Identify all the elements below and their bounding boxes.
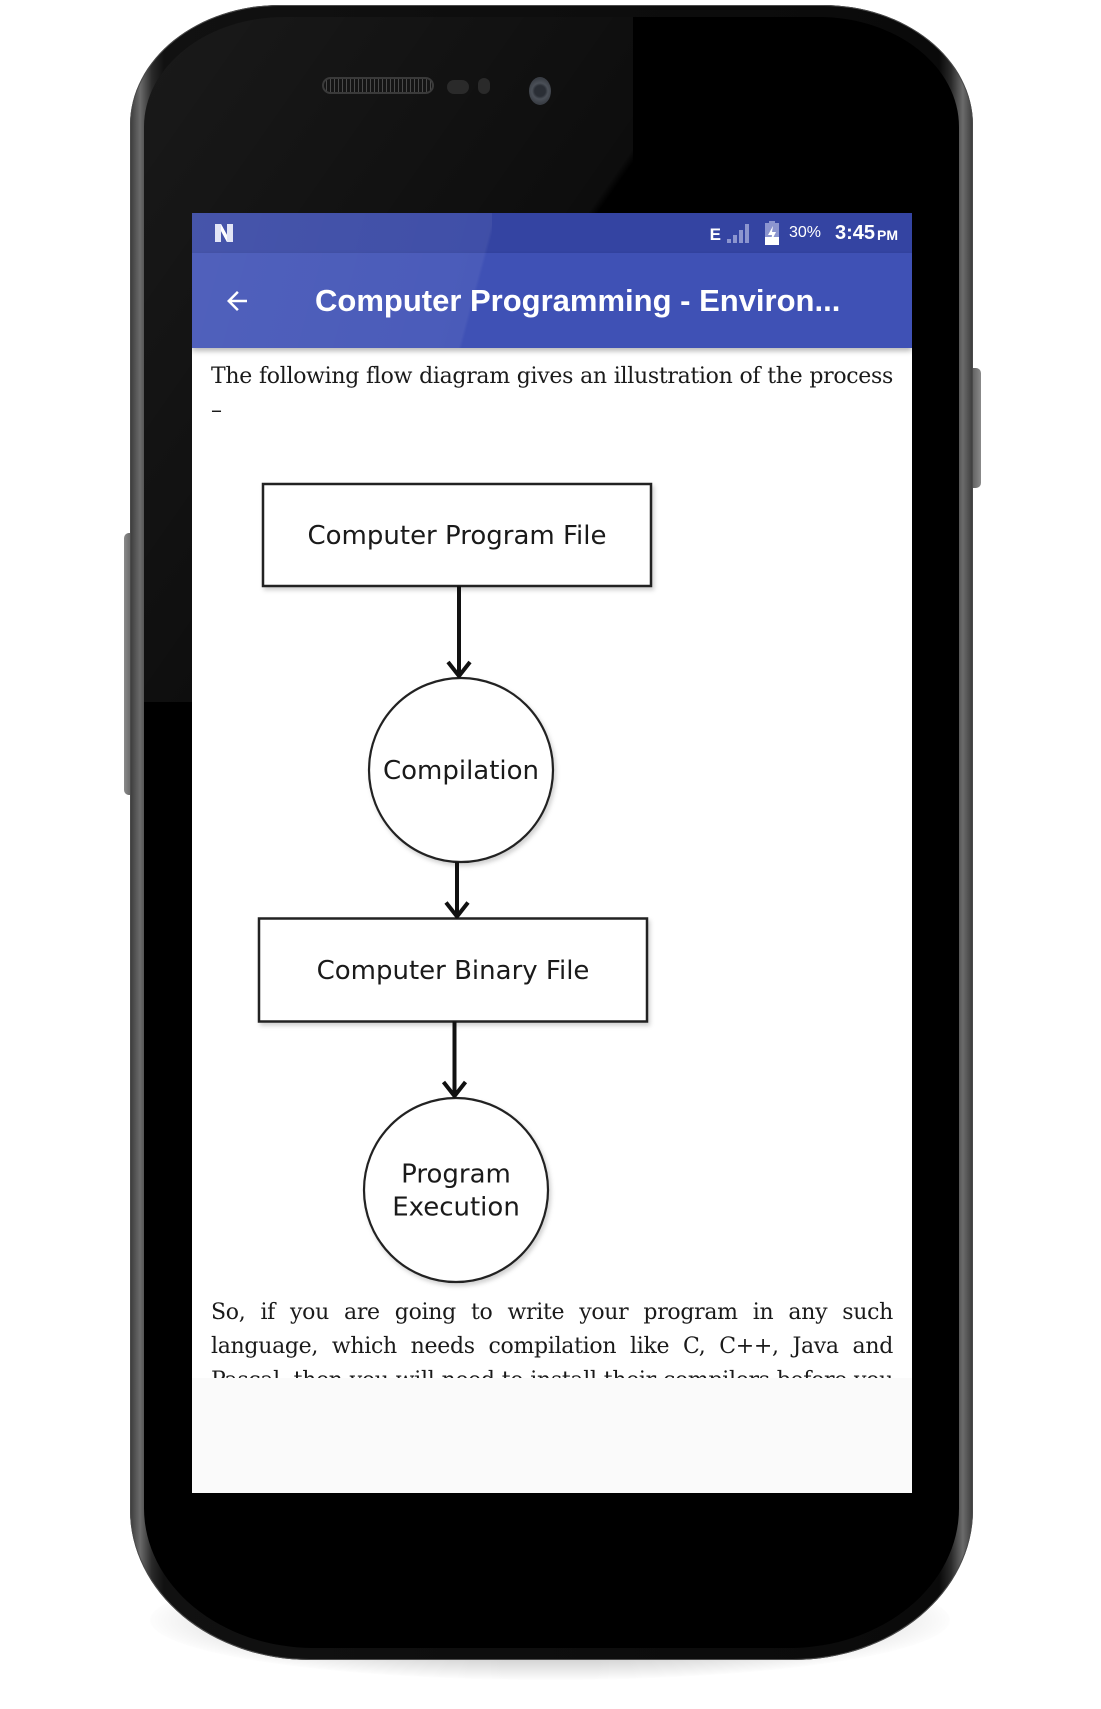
phone-screen: E 30% 3:45 PM Computer Programming - Env…: [192, 213, 912, 1493]
flow-node-label: Computer Program File: [308, 521, 607, 551]
back-button[interactable]: [214, 278, 260, 324]
page-title: Computer Programming - Environ...: [315, 283, 841, 318]
flow-circle: [362, 1096, 550, 1284]
clock-ampm: PM: [877, 227, 898, 243]
flow-node-label: Execution: [392, 1193, 520, 1223]
app-toolbar: Computer Programming - Environ...: [192, 253, 912, 348]
light-sensor: [478, 78, 490, 94]
network-type: E: [709, 225, 721, 244]
n-logo-icon: [215, 224, 233, 242]
article-content[interactable]: The following flow diagram gives an illu…: [192, 348, 912, 1378]
status-bar: E 30% 3:45 PM: [192, 213, 912, 253]
signal-icon: [726, 224, 749, 243]
battery-charging-icon: [764, 221, 779, 245]
outro-paragraph: So, if you are going to write your progr…: [211, 1300, 893, 1378]
earpiece-speaker: [322, 77, 434, 94]
flow-node-label: Computer Binary File: [317, 956, 590, 986]
proximity-sensor: [447, 80, 469, 94]
flow-node-label: Program: [401, 1160, 511, 1190]
status-icons: E 30% 3:45 PM: [710, 213, 898, 253]
flow-node-label: Compilation: [383, 756, 539, 786]
front-camera: [529, 77, 551, 105]
arrow-back-icon: [227, 291, 247, 311]
flow-diagram: Computer Program File Compilation Computer…: [257, 482, 653, 1284]
battery-percent: 30%: [788, 224, 821, 241]
clock-time: 3:45: [834, 221, 875, 244]
